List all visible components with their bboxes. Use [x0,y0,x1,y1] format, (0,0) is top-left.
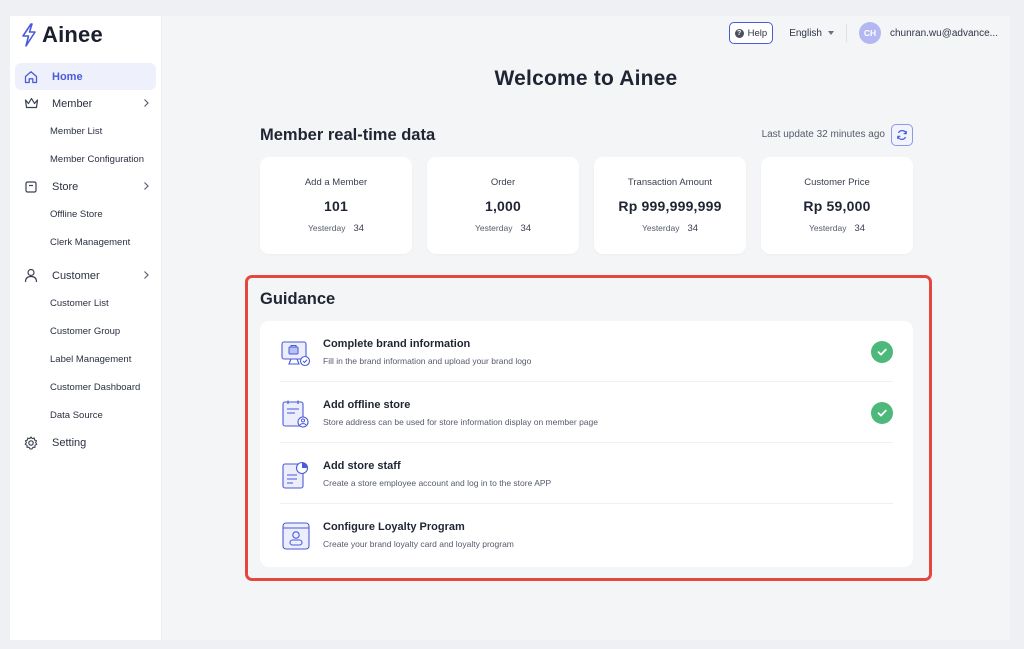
stat-yesterday: Yesterday 34 [307,223,365,234]
stat-label: Transaction Amount [627,177,713,188]
sidebar-subitem-data-source[interactable]: Data Source [15,401,156,429]
guidance-item-title: Add store staff [323,460,401,472]
sidebar-item-label: Store [52,180,79,193]
caret-down-icon [828,31,834,35]
last-update-text: Last update 32 minutes ago [761,129,885,140]
guidance-item-desc: Fill in the brand information and upload… [323,356,532,366]
brand-info-icon [281,341,311,367]
sidebar-item-home[interactable]: Home [15,63,156,90]
stat-yesterday: Yesterday 34 [474,223,532,234]
guidance-title: Guidance [260,290,336,308]
sidebar-item-label: Member [52,97,93,110]
crown-icon [23,96,39,112]
stat-card-order: Order 1,000 Yesterday 34 [427,157,579,254]
question-icon: ? [734,28,744,38]
check-icon [871,341,893,363]
stat-card-add-member: Add a Member 101 Yesterday 34 [260,157,412,254]
guidance-item-desc: Create a store employee account and log … [323,478,552,488]
guidance-item-loyalty-program[interactable]: Configure Loyalty Program Create your br… [280,504,893,564]
stat-label: Order [490,177,516,188]
topbar-divider [846,24,847,42]
sidebar-subitem-member-configuration[interactable]: Member Configuration [15,145,156,173]
guidance-item-brand-info[interactable]: Complete brand information Fill in the b… [280,321,893,381]
sidebar-item-customer[interactable]: Customer [15,262,156,289]
chevron-right-icon [144,182,149,190]
sidebar-item-label: Setting [52,436,87,449]
stat-value: Rp 59,000 [803,198,871,214]
stat-label: Customer Price [804,177,870,188]
lightning-icon [22,23,36,47]
guidance-item-title: Configure Loyalty Program [323,521,465,533]
loyalty-card-icon [282,522,310,550]
user-icon [23,268,39,284]
user-menu[interactable]: CH chunran.wu@advance... [859,22,998,44]
stat-label: Add a Member [304,177,368,188]
stat-value: Rp 999,999,999 [618,198,722,214]
language-selector[interactable]: English [789,28,834,39]
chevron-right-icon [144,271,149,279]
sidebar-subitem-customer-dashboard[interactable]: Customer Dashboard [15,373,156,401]
sidebar-subitem-customer-list[interactable]: Customer List [15,289,156,317]
sidebar-subitem-customer-group[interactable]: Customer Group [15,317,156,345]
help-button[interactable]: ? Help [728,22,774,44]
help-label: Help [747,27,768,39]
sidebar-item-store[interactable]: Store [15,173,156,200]
stat-yesterday: Yesterday 34 [808,223,866,234]
stats-row: Add a Member 101 Yesterday 34 Order 1,000… [260,157,913,254]
avatar: CH [859,22,881,44]
guidance-item-desc: Create your brand loyalty card and loyal… [323,539,514,549]
store-icon [23,179,39,195]
guidance-card: Complete brand information Fill in the b… [260,321,913,567]
stat-value: 1,000 [484,198,522,214]
gear-icon [23,435,39,451]
top-bar: ? Help English CH chunran.wu@advance... [728,21,998,45]
sidebar-item-member[interactable]: Member [15,90,156,117]
offline-store-icon [282,400,309,428]
refresh-button[interactable] [891,124,913,146]
guidance-item-desc: Store address can be used for store info… [323,417,598,427]
home-icon [23,69,39,85]
user-email: chunran.wu@advance... [890,27,998,39]
realtime-section-title: Member real-time data [260,126,436,144]
stat-card-transaction-amount: Transaction Amount Rp 999,999,999 Yester… [594,157,746,254]
sidebar-item-label: Customer [52,269,100,282]
guidance-item-title: Add offline store [323,399,411,411]
app-frame: Ainee Home Member Member List Member Con… [10,16,1010,640]
chevron-right-icon [144,99,149,107]
sidebar-nav: Home Member Member List Member Configura… [10,63,161,456]
stat-value: 101 [324,198,348,214]
guidance-item-offline-store[interactable]: Add offline store Store address can be u… [280,382,893,442]
sidebar-subitem-offline-store[interactable]: Offline Store [15,200,156,228]
stat-yesterday: Yesterday 34 [641,223,699,234]
sidebar-item-label: Home [52,70,83,83]
page-title: Welcome to Ainee [494,67,678,90]
sidebar: Ainee Home Member Member List Member Con… [10,16,162,640]
sidebar-item-setting[interactable]: Setting [15,429,156,456]
main-content: ? Help English CH chunran.wu@advance... … [162,16,1010,640]
check-icon [871,402,893,424]
refresh-icon [897,130,907,140]
sidebar-subitem-member-list[interactable]: Member List [15,117,156,145]
stat-card-customer-price: Customer Price Rp 59,000 Yesterday 34 [761,157,913,254]
guidance-item-store-staff[interactable]: Add store staff Create a store employee … [280,443,893,503]
guidance-item-title: Complete brand information [323,338,471,350]
logo-text: Ainee [42,22,103,47]
store-staff-icon [282,461,309,489]
sidebar-subitem-label-management[interactable]: Label Management [15,345,156,373]
language-label: English [789,27,822,39]
logo[interactable]: Ainee [10,16,161,50]
sidebar-subitem-clerk-management[interactable]: Clerk Management [15,228,156,256]
